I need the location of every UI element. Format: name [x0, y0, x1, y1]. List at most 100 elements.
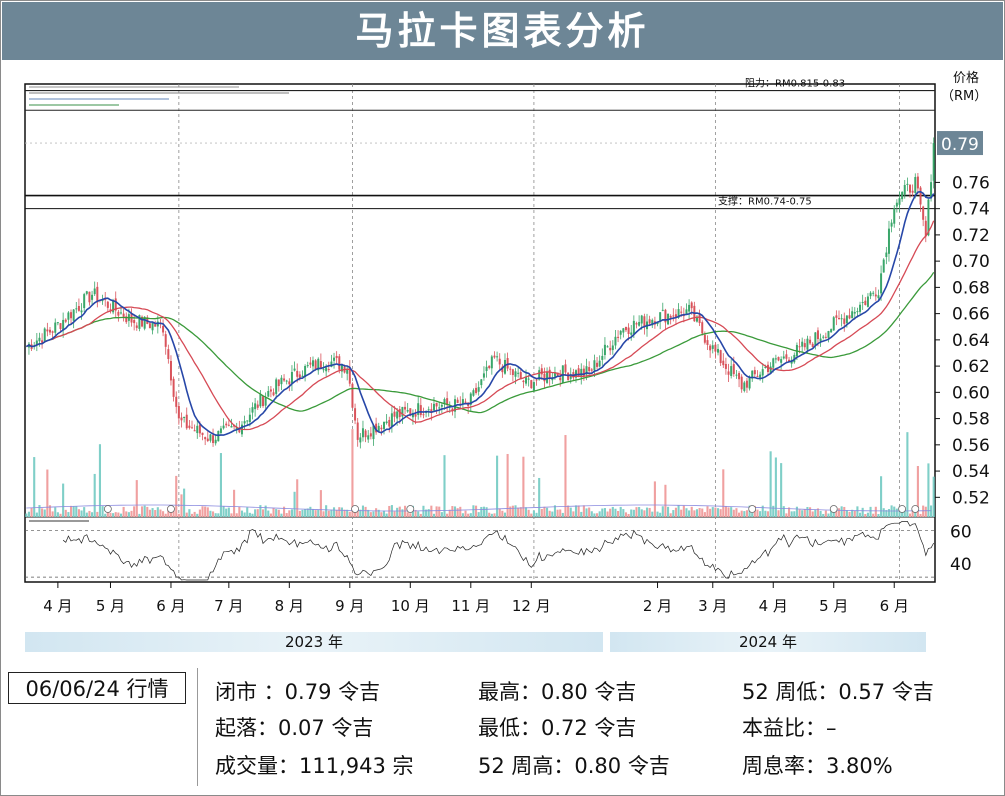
- candle-body: [630, 332, 633, 335]
- volume-bar: [190, 513, 194, 517]
- volume-bar: [524, 507, 528, 517]
- candle-body: [262, 396, 265, 407]
- volume-bar: [496, 455, 499, 517]
- volume-bar: [238, 506, 241, 517]
- volume-bar: [738, 512, 741, 517]
- volume-bar: [409, 513, 412, 517]
- stat-close: 闭市 ：0.79 令吉: [215, 680, 381, 704]
- candle-body: [801, 341, 804, 347]
- candle-body: [880, 273, 883, 294]
- candle-body: [835, 315, 838, 318]
- volume-bar: [138, 513, 141, 517]
- candle-body: [388, 419, 391, 427]
- candle-body: [845, 315, 848, 324]
- candle-body: [877, 295, 880, 299]
- legend-text-line: [29, 104, 119, 106]
- stats-divider: [197, 668, 198, 786]
- candle-body: [732, 364, 735, 375]
- volume-bar: [551, 511, 554, 517]
- volume-bar: [46, 469, 49, 517]
- volume-bar: [322, 511, 325, 517]
- event-marker: [167, 505, 175, 513]
- candle-body: [148, 323, 151, 329]
- volume-bar: [874, 506, 877, 517]
- candle-body: [525, 377, 528, 384]
- candle-body: [477, 387, 480, 392]
- candle-body: [482, 373, 485, 378]
- volume-bar: [267, 510, 270, 517]
- candle-body: [916, 176, 919, 189]
- candle-body: [824, 336, 827, 338]
- candle-body: [530, 380, 533, 389]
- volume-bar: [685, 508, 688, 517]
- y-tick-label: 0.52: [952, 488, 990, 508]
- volume-bar: [722, 469, 725, 517]
- volume-bar: [827, 513, 830, 517]
- volume-bar: [546, 507, 549, 517]
- volume-bar: [472, 505, 475, 517]
- candle-body: [193, 430, 196, 432]
- volume-bar: [598, 511, 601, 517]
- volume-bar: [866, 512, 869, 517]
- month-label: 5 月: [96, 597, 125, 615]
- candle-body: [540, 368, 543, 375]
- y-axis-title-line1: 价格: [953, 70, 979, 86]
- volume-bar: [369, 512, 372, 517]
- y-tick-label: 0.68: [952, 278, 990, 298]
- candle-body: [895, 202, 898, 207]
- month-label: 12 月: [512, 597, 551, 615]
- candle-body: [198, 424, 201, 434]
- volume-bar: [490, 513, 493, 517]
- volume-bar: [98, 444, 102, 517]
- volume-bar: [532, 510, 535, 517]
- volume-bar: [769, 451, 772, 517]
- y-tick-label: 0.66: [952, 305, 990, 325]
- candle-body: [67, 312, 70, 320]
- candle-body: [622, 328, 625, 333]
- volume-bar: [640, 509, 643, 517]
- volume-bar: [256, 509, 259, 517]
- event-marker: [748, 505, 757, 513]
- volume-bar: [59, 513, 62, 517]
- candle-body: [598, 360, 601, 367]
- volume-bar: [296, 479, 299, 517]
- candle-body: [311, 360, 314, 367]
- volume-bar: [782, 506, 785, 517]
- candle-body: [475, 387, 478, 394]
- candle-body: [532, 382, 535, 391]
- volume-bar: [661, 506, 664, 517]
- month-label: 5 月: [819, 597, 848, 615]
- candle-body: [590, 369, 593, 371]
- candle-body: [717, 348, 720, 353]
- candle-body: [822, 336, 825, 338]
- volume-bar: [382, 510, 386, 517]
- candle-body: [798, 346, 801, 348]
- volume-bar: [664, 484, 667, 517]
- candle-body: [596, 362, 599, 367]
- candle-body: [619, 330, 622, 335]
- candle-body: [396, 411, 399, 419]
- volume-bar: [151, 508, 154, 517]
- candle-body: [177, 406, 180, 419]
- candle-body: [806, 338, 809, 350]
- volume-bar: [240, 510, 244, 517]
- candle-body: [369, 433, 372, 437]
- candle-body: [280, 377, 283, 385]
- candle-body: [227, 424, 230, 426]
- candle-body: [601, 355, 604, 360]
- month-label: 3 月: [698, 597, 727, 615]
- volume-bar: [659, 512, 662, 517]
- stat-52w-high: 52 周高：0.80 令吉: [478, 754, 670, 778]
- candle-body: [724, 363, 727, 369]
- volume-bar: [364, 506, 367, 517]
- volume-bar: [580, 511, 583, 517]
- candle-body: [338, 356, 341, 370]
- title-bar: 马拉卡图表分析: [2, 2, 1003, 60]
- volume-bar: [724, 505, 727, 517]
- candle-body: [638, 321, 641, 326]
- volume-bar: [164, 513, 167, 517]
- candle-body: [606, 346, 609, 348]
- volume-bar: [572, 511, 575, 517]
- candle-body: [119, 312, 122, 314]
- candle-body: [745, 380, 748, 388]
